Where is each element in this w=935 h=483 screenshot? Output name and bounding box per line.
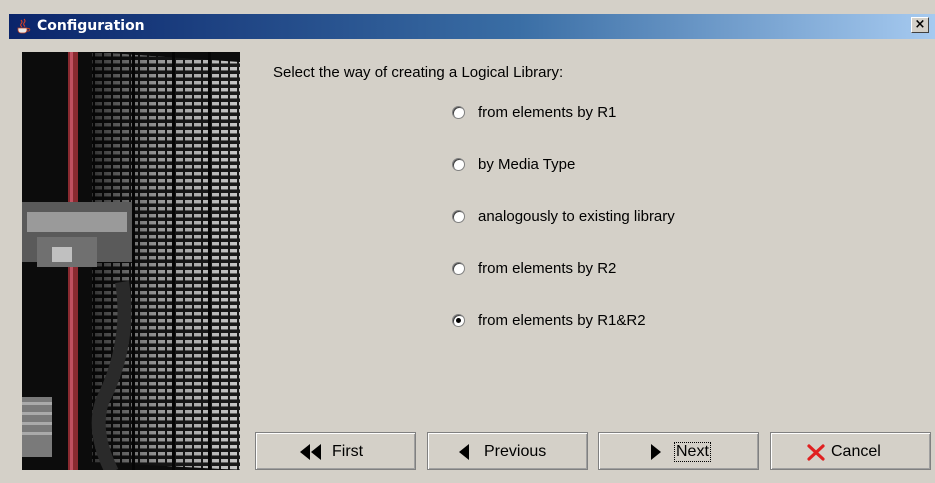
option-label: from elements by R1 [478, 104, 617, 121]
next-button[interactable]: Next [598, 432, 759, 470]
radio-button[interactable] [452, 262, 465, 275]
configuration-window: Configuration × Select the way of creati… [0, 0, 935, 483]
next-button-label: Next [674, 442, 711, 462]
radio-button-selected[interactable] [452, 314, 465, 327]
previous-button[interactable]: Previous [427, 432, 588, 470]
cancel-button[interactable]: Cancel [770, 432, 931, 470]
option-label: from elements by R2 [478, 260, 617, 277]
red-x-icon [807, 444, 825, 461]
option-label: from elements by R1&R2 [478, 312, 646, 329]
first-button[interactable]: First [255, 432, 416, 470]
radio-button[interactable] [452, 158, 465, 171]
left-arrow-icon [459, 444, 469, 460]
window-title: Configuration [37, 18, 145, 34]
dialog-body: Select the way of creating a Logical Lib… [9, 39, 935, 483]
cancel-button-label: Cancel [831, 443, 881, 460]
previous-button-label: Previous [484, 443, 547, 460]
close-button[interactable]: × [911, 17, 929, 33]
title-bar[interactable]: Configuration × [9, 14, 935, 39]
first-button-label: First [332, 443, 364, 460]
option-label: analogously to existing library [478, 208, 675, 225]
right-arrow-icon [651, 444, 661, 460]
radio-selected-dot [456, 318, 461, 323]
double-left-arrow-icon [300, 444, 321, 460]
java-coffee-icon [17, 18, 31, 34]
selection-prompt: Select the way of creating a Logical Lib… [273, 64, 564, 81]
option-label: by Media Type [478, 156, 576, 173]
tape-library-image [22, 52, 240, 470]
radio-button[interactable] [452, 106, 465, 119]
close-icon: × [914, 17, 926, 32]
radio-button[interactable] [452, 210, 465, 223]
